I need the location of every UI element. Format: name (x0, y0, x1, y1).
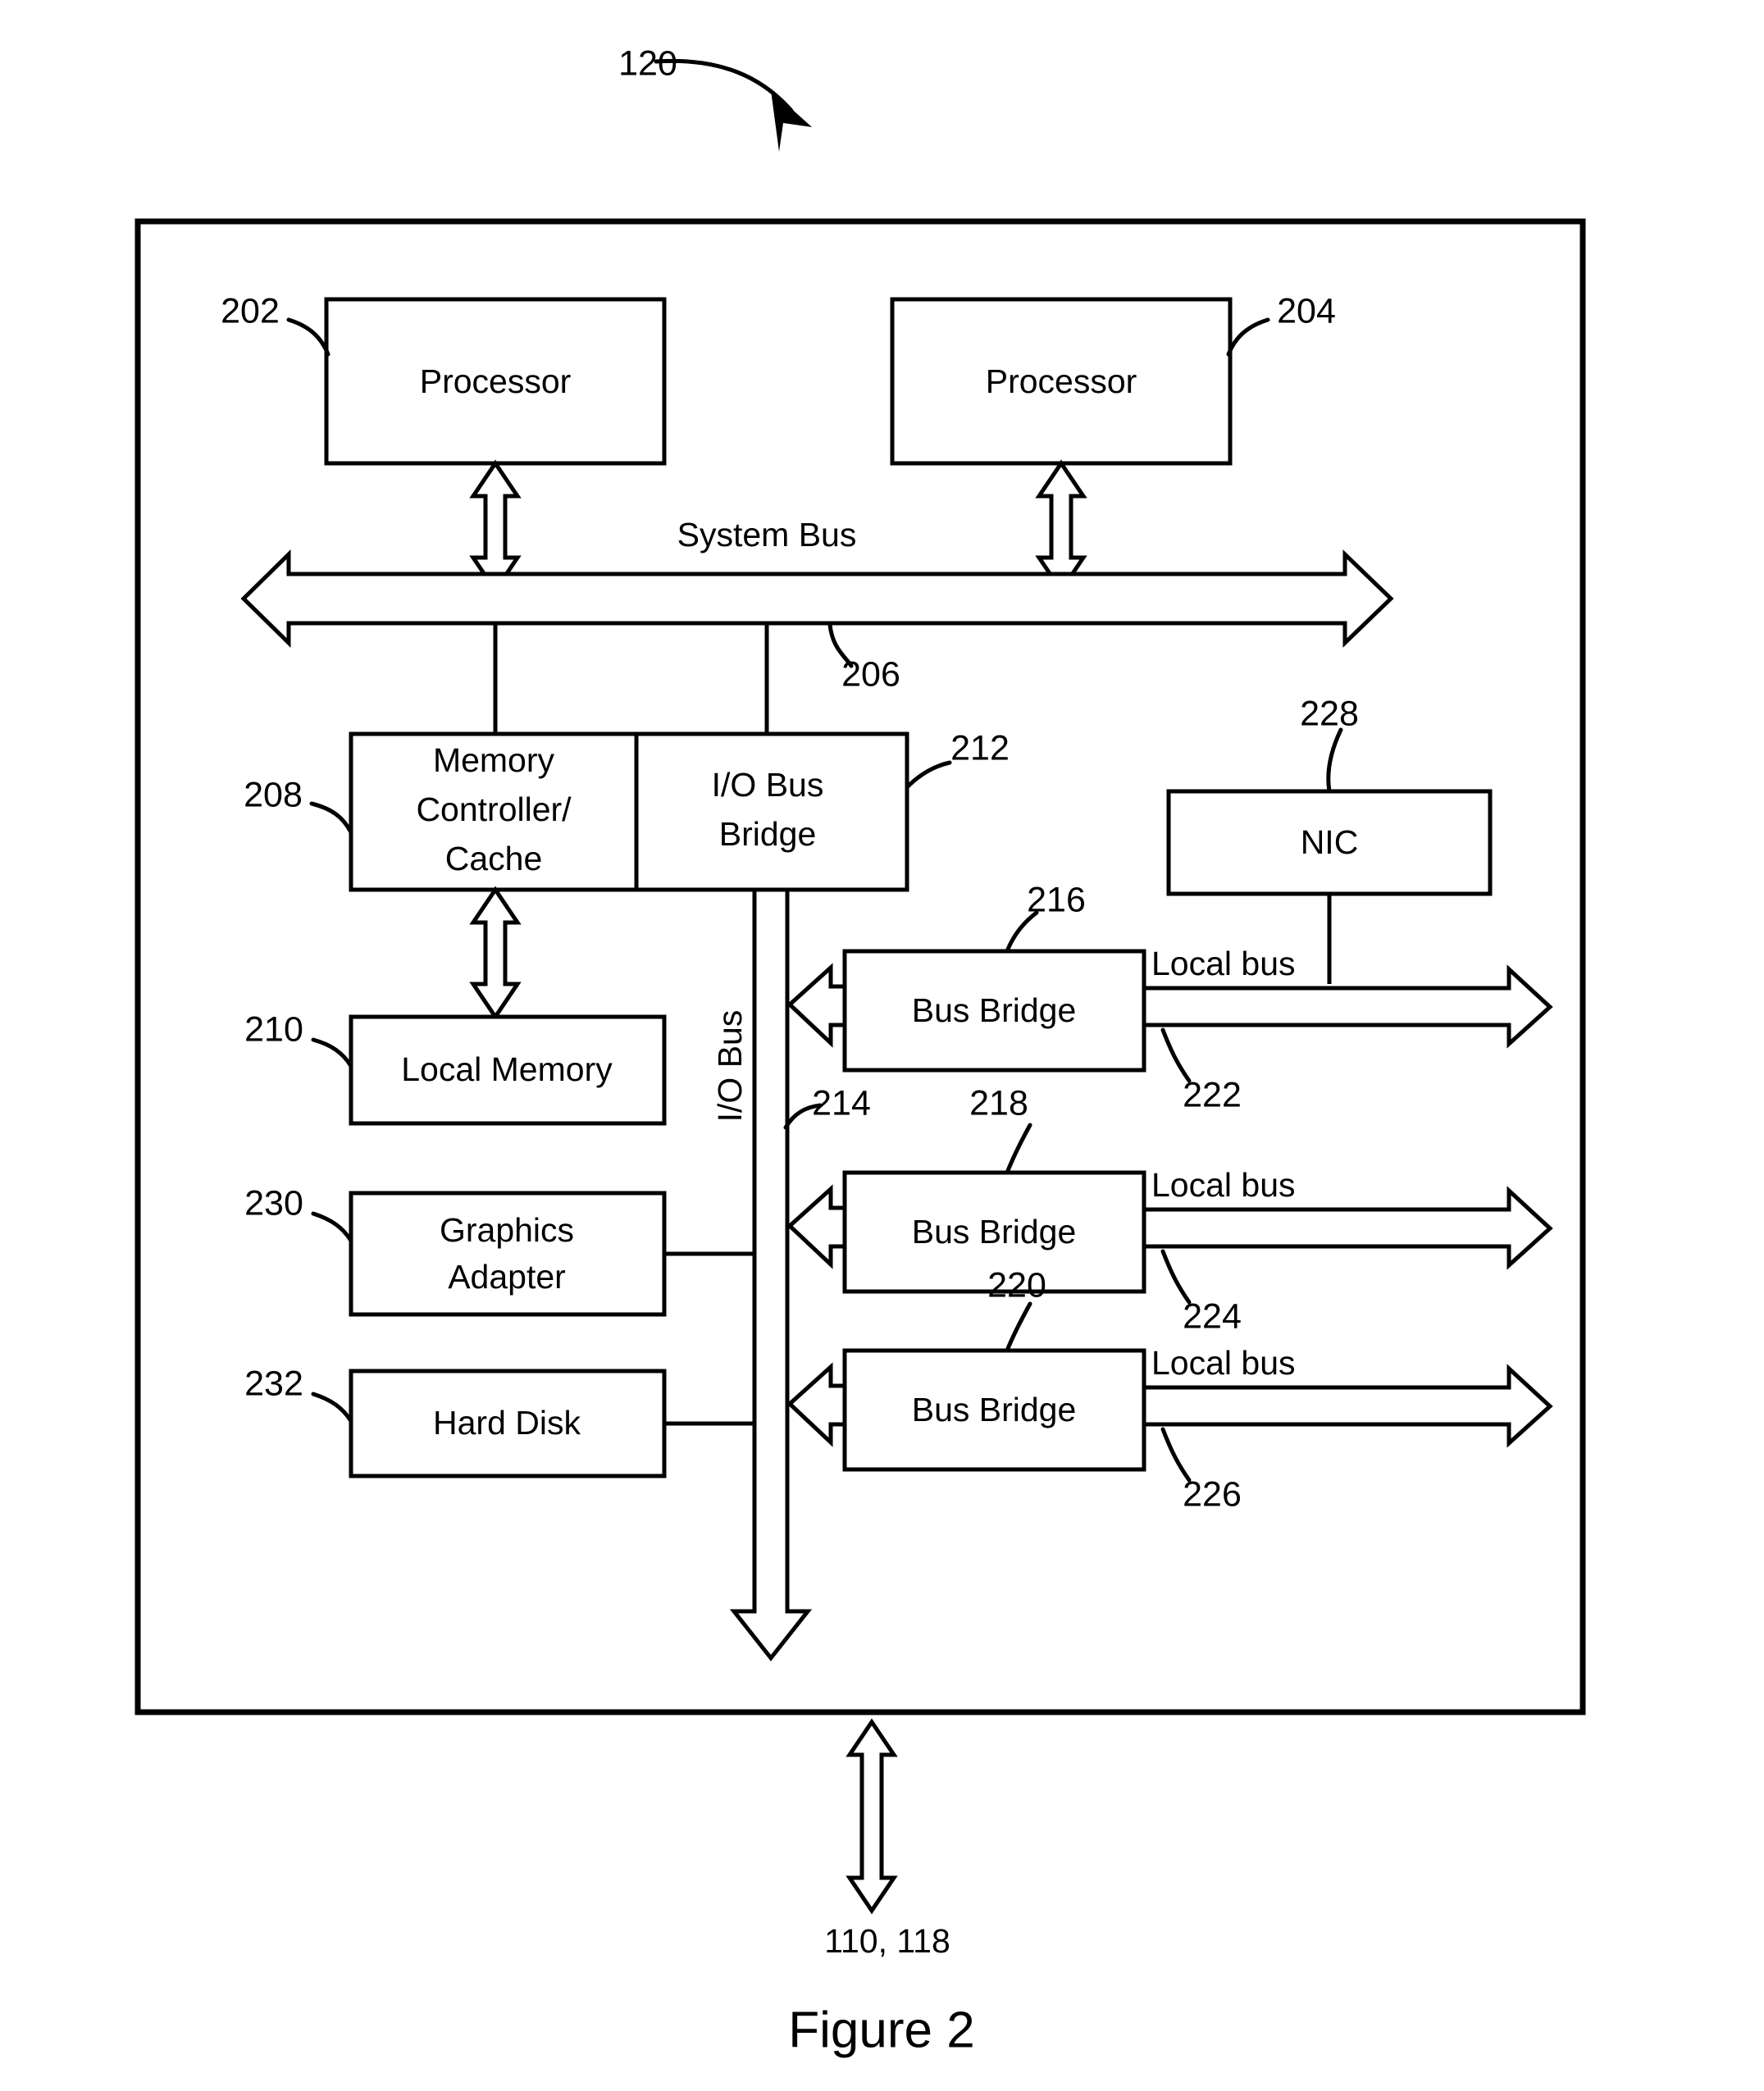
io-bus-label: I/O Bus (711, 1010, 749, 1123)
hard-disk-leader (311, 1392, 353, 1424)
bus-bridge-2-leader (1005, 1123, 1032, 1175)
figure-page: System Bus I/O Bus 202 204 206 208 212 2… (0, 0, 1764, 2091)
io-bus-bridge-box (634, 731, 909, 892)
nic-leader (1326, 727, 1343, 794)
local-bus-3-ref-leader (1160, 1427, 1192, 1483)
memory-controller-ref: 208 (244, 775, 303, 814)
local-bus-1-ref-leader (1160, 1027, 1192, 1083)
bus-bridge-3-ref: 220 (987, 1265, 1046, 1305)
processor-1-bus-arrow (469, 459, 522, 594)
graphics-adapter-label-1: Graphics (440, 1211, 574, 1249)
processor-2-leader (1226, 317, 1270, 357)
local-memory-label: Local Memory (401, 1050, 613, 1088)
memory-controller-label-3: Cache (445, 840, 543, 877)
io-bus-bridge-ref: 212 (950, 728, 1010, 768)
external-ref-label: 110, 118 (824, 1922, 950, 1960)
nic-label: NIC (1301, 823, 1359, 861)
processor-1-ref: 202 (221, 291, 280, 330)
local-bus-3-label: Local bus (1151, 1344, 1296, 1382)
bus-bridge-3-leader (1005, 1301, 1032, 1353)
bus-bridge-3-label: Bus Bridge (912, 1391, 1077, 1428)
io-bus-bridge-label-2: Bridge (719, 815, 817, 853)
figure-caption: Figure 2 (788, 2002, 974, 2058)
bus-bridge-2-ref: 218 (969, 1083, 1028, 1123)
local-memory-ref: 210 (244, 1009, 303, 1049)
bus-bridge-1-ref: 216 (1027, 880, 1086, 919)
hard-disk-ref: 232 (244, 1364, 303, 1403)
system-bus-ref: 206 (841, 654, 900, 694)
memory-controller-leader (309, 801, 353, 835)
memory-controller-local-memory-arrow (469, 886, 522, 1021)
local-bus-3-ref: 226 (1183, 1474, 1242, 1514)
memory-controller-label-1: Memory (433, 741, 555, 779)
io-bus-bridge-label-1: I/O Bus (712, 766, 824, 804)
local-bus-2-label: Local bus (1151, 1166, 1296, 1204)
io-bus-ref: 214 (812, 1083, 871, 1123)
system-ref-arrowhead (771, 90, 812, 152)
local-bus-1-label: Local bus (1151, 945, 1296, 982)
graphics-adapter-label-2: Adapter (448, 1258, 566, 1296)
local-bus-2-ref: 224 (1183, 1296, 1242, 1336)
bus-bridge-1-label: Bus Bridge (912, 991, 1077, 1029)
system-ref-120: 120 (618, 43, 677, 83)
bus-bridge-1-io-arrow (786, 963, 847, 1048)
system-bus-arrow (240, 549, 1394, 648)
nic-ref: 228 (1300, 694, 1359, 733)
hard-disk-label: Hard Disk (433, 1404, 581, 1442)
graphics-adapter-ref: 230 (244, 1183, 303, 1223)
system-ref-120-annotation (654, 58, 812, 152)
processor-1-label: Processor (420, 362, 572, 400)
bus-bridge-3-io-arrow (786, 1362, 847, 1447)
processor-1-leader (286, 317, 330, 357)
external-connection-arrow (846, 1718, 898, 1915)
figure-2-diagram: System Bus I/O Bus 202 204 206 208 212 2… (134, 43, 1586, 2058)
bus-bridge-2-io-arrow (786, 1184, 847, 1269)
local-bus-2-ref-leader (1160, 1249, 1192, 1305)
processor-2-label: Processor (986, 362, 1137, 400)
graphics-adapter-leader (311, 1211, 353, 1243)
processor-2-bus-arrow (1035, 459, 1087, 594)
io-bus-bridge-leader (905, 760, 952, 790)
local-memory-leader (311, 1037, 353, 1068)
processor-2-ref: 204 (1277, 291, 1336, 330)
system-bus-label: System Bus (677, 516, 857, 554)
memory-controller-label-2: Controller/ (416, 790, 572, 828)
local-bus-1-ref: 222 (1183, 1075, 1242, 1114)
bus-bridge-2-label: Bus Bridge (912, 1213, 1077, 1250)
